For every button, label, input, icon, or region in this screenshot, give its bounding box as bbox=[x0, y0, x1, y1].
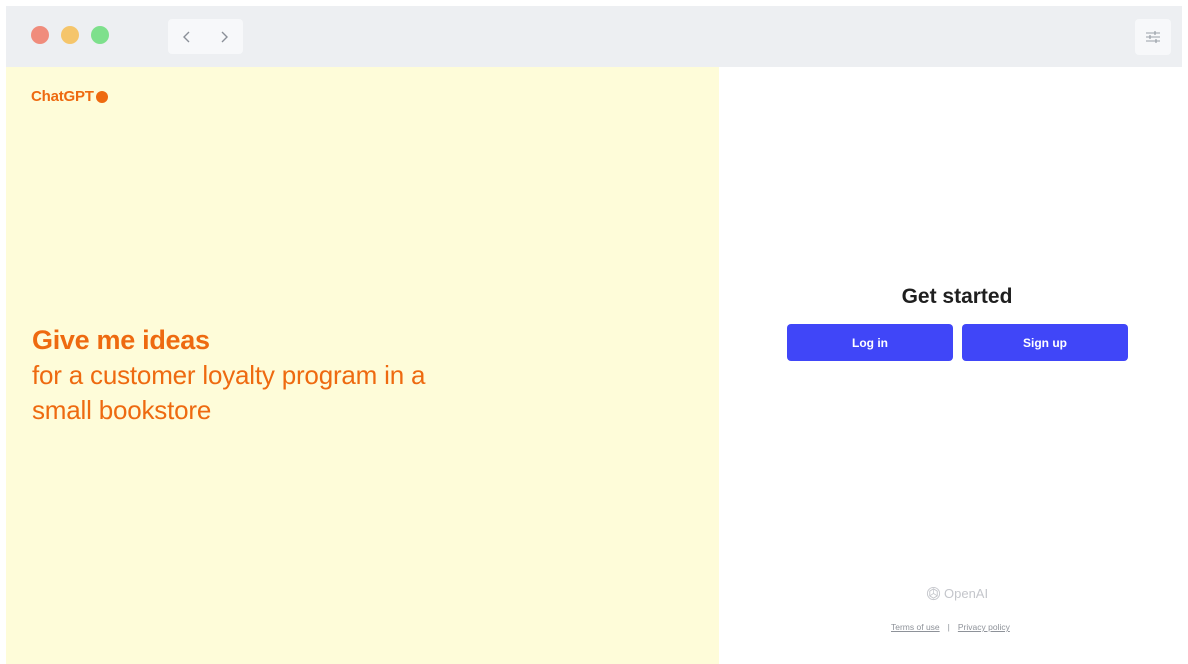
browser-window: ChatGPT Give me ideas for a customer loy… bbox=[6, 6, 1182, 664]
prompt-showcase-panel: ChatGPT Give me ideas for a customer loy… bbox=[6, 67, 719, 664]
title-bar bbox=[6, 6, 1182, 67]
example-prompt: Give me ideas for a customer loyalty pro… bbox=[32, 322, 592, 428]
navigation-buttons bbox=[168, 19, 243, 54]
chevron-right-icon bbox=[221, 31, 228, 42]
terms-of-use-link[interactable]: Terms of use bbox=[891, 622, 940, 632]
maximize-window-button[interactable] bbox=[91, 26, 109, 44]
settings-button[interactable] bbox=[1135, 19, 1171, 55]
footer-separator: | bbox=[947, 622, 950, 632]
brand-name: ChatGPT bbox=[31, 88, 94, 105]
brand-logo: ChatGPT bbox=[31, 88, 108, 105]
forward-button[interactable] bbox=[205, 19, 242, 54]
openai-text: OpenAI bbox=[944, 586, 989, 601]
auth-panel: Get started Log in Sign up OpenAI Terms … bbox=[719, 67, 1182, 664]
minimize-window-button[interactable] bbox=[61, 26, 79, 44]
footer-links: Terms of use | Privacy policy bbox=[891, 622, 1010, 632]
log-in-button[interactable]: Log in bbox=[787, 324, 953, 361]
prompt-title: Give me ideas bbox=[32, 325, 210, 355]
sign-up-button[interactable]: Sign up bbox=[962, 324, 1128, 361]
get-started-heading: Get started bbox=[901, 285, 1013, 308]
chevron-left-icon bbox=[182, 31, 189, 42]
privacy-policy-link[interactable]: Privacy policy bbox=[958, 622, 1010, 632]
openai-icon bbox=[926, 586, 941, 601]
back-button[interactable] bbox=[168, 19, 205, 54]
prompt-line-1: for a customer loyalty program in a bbox=[32, 360, 426, 390]
openai-logo: OpenAI bbox=[926, 586, 988, 601]
brand-dot-icon bbox=[95, 90, 108, 103]
close-window-button[interactable] bbox=[31, 26, 49, 44]
prompt-line-2: small bookstore bbox=[32, 395, 212, 425]
sliders-icon bbox=[1146, 31, 1160, 43]
